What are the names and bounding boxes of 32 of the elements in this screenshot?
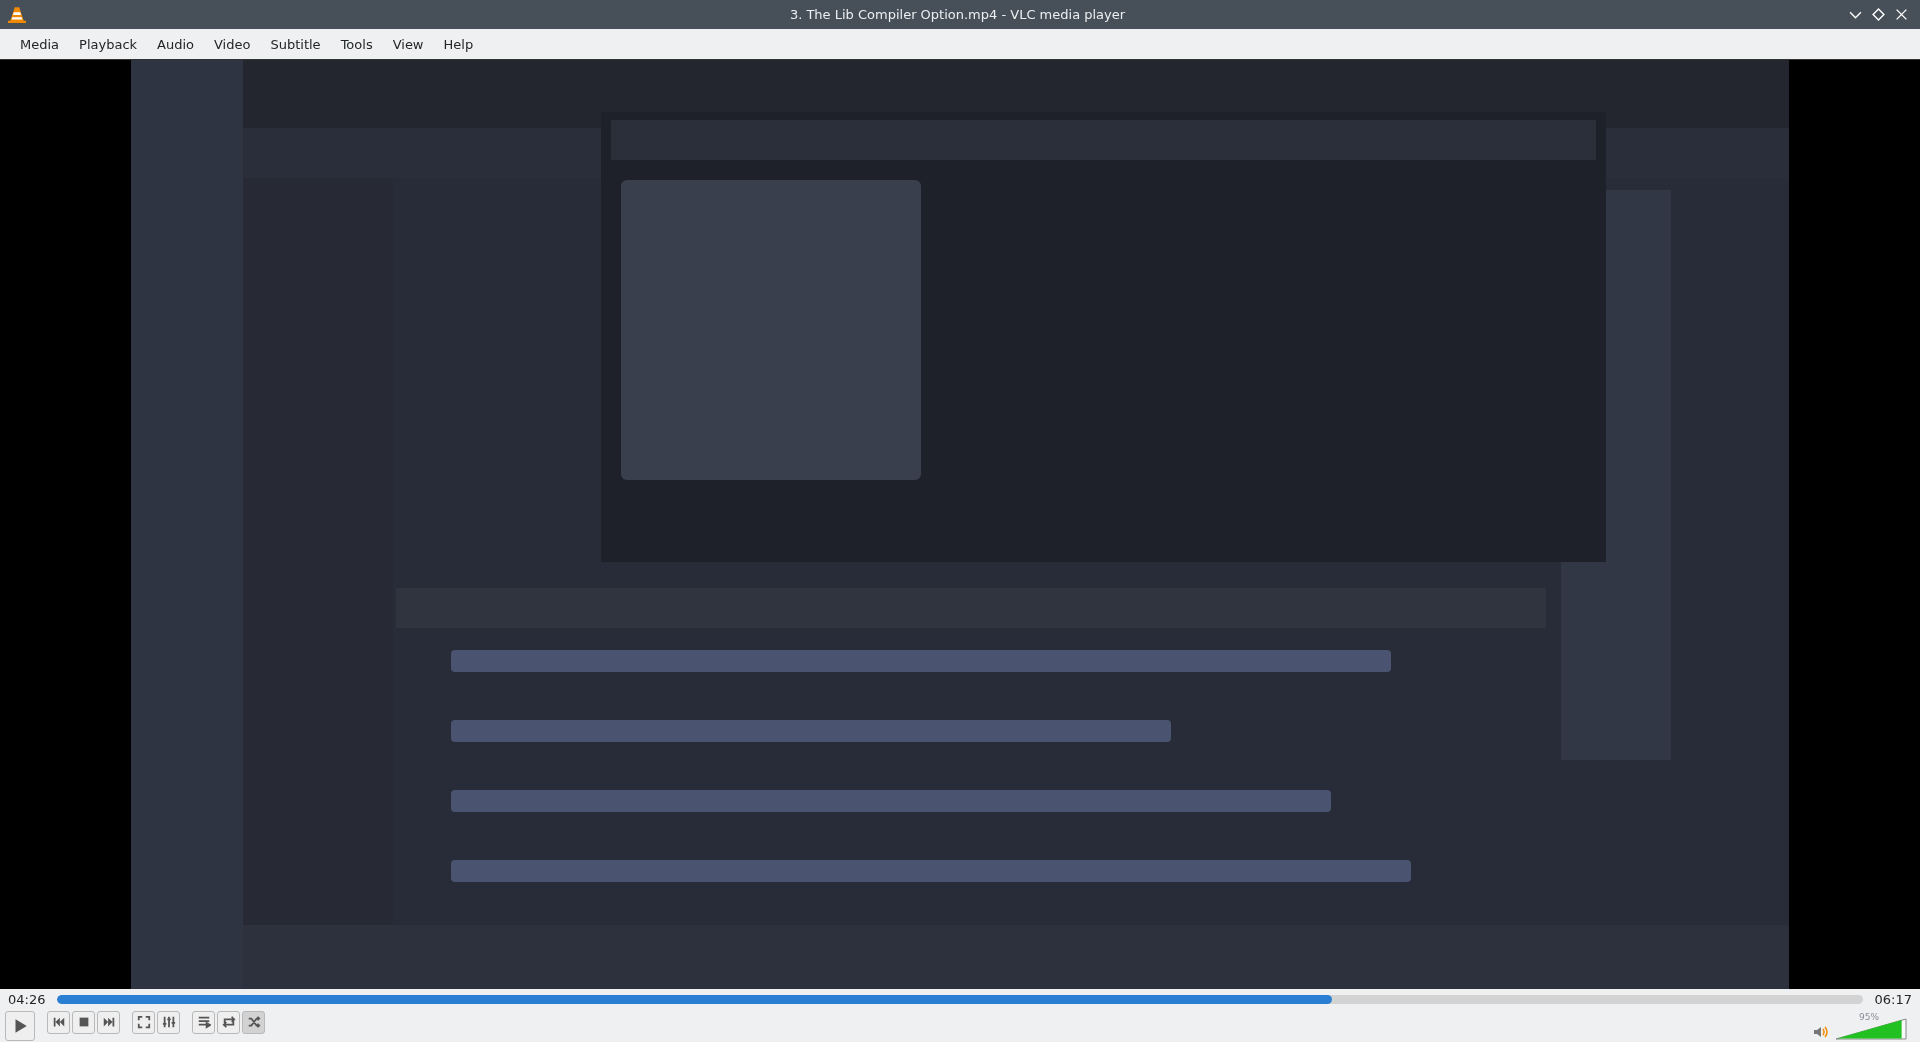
loop-button[interactable] [217,1010,240,1034]
menu-item[interactable]: Subtitle [260,36,331,52]
next-button[interactable] [97,1010,120,1034]
close-icon[interactable] [1895,8,1908,21]
equalizer-button[interactable] [157,1010,180,1034]
menu-item[interactable]: Video [204,36,261,52]
menu-item[interactable]: Tools [330,36,383,52]
next-icon [101,1015,116,1029]
play-button[interactable] [5,1010,35,1041]
shuffle-button[interactable] [242,1010,265,1034]
elapsed-time: 04:26 [8,991,46,1007]
playlist-icon [196,1015,211,1029]
menu-item[interactable]: Media [10,36,70,52]
shuffle-icon [246,1015,261,1029]
menu-item[interactable]: Playback [69,36,148,52]
menu-item[interactable]: Audio [147,36,204,52]
previous-button[interactable] [47,1010,70,1034]
cone-icon [8,5,26,24]
window-title: 3. The Lib Compiler Option.mp4 - VLC media player [788,7,1127,22]
fullscreen-button[interactable] [132,1010,155,1034]
menu-item[interactable]: Help [433,36,484,52]
maximize-icon[interactable] [1872,8,1885,21]
sliders-icon [161,1015,176,1029]
playlist-button[interactable] [192,1010,215,1034]
menu-item[interactable]: View [382,36,434,52]
stop-button[interactable] [72,1010,95,1034]
volume-reading: 95% [1859,1011,1879,1022]
seek-slider[interactable] [57,994,1863,1004]
fullscreen-icon [136,1015,151,1029]
total-time: 06:17 [1874,991,1912,1007]
loop-icon [221,1015,236,1029]
previous-icon [51,1015,66,1029]
